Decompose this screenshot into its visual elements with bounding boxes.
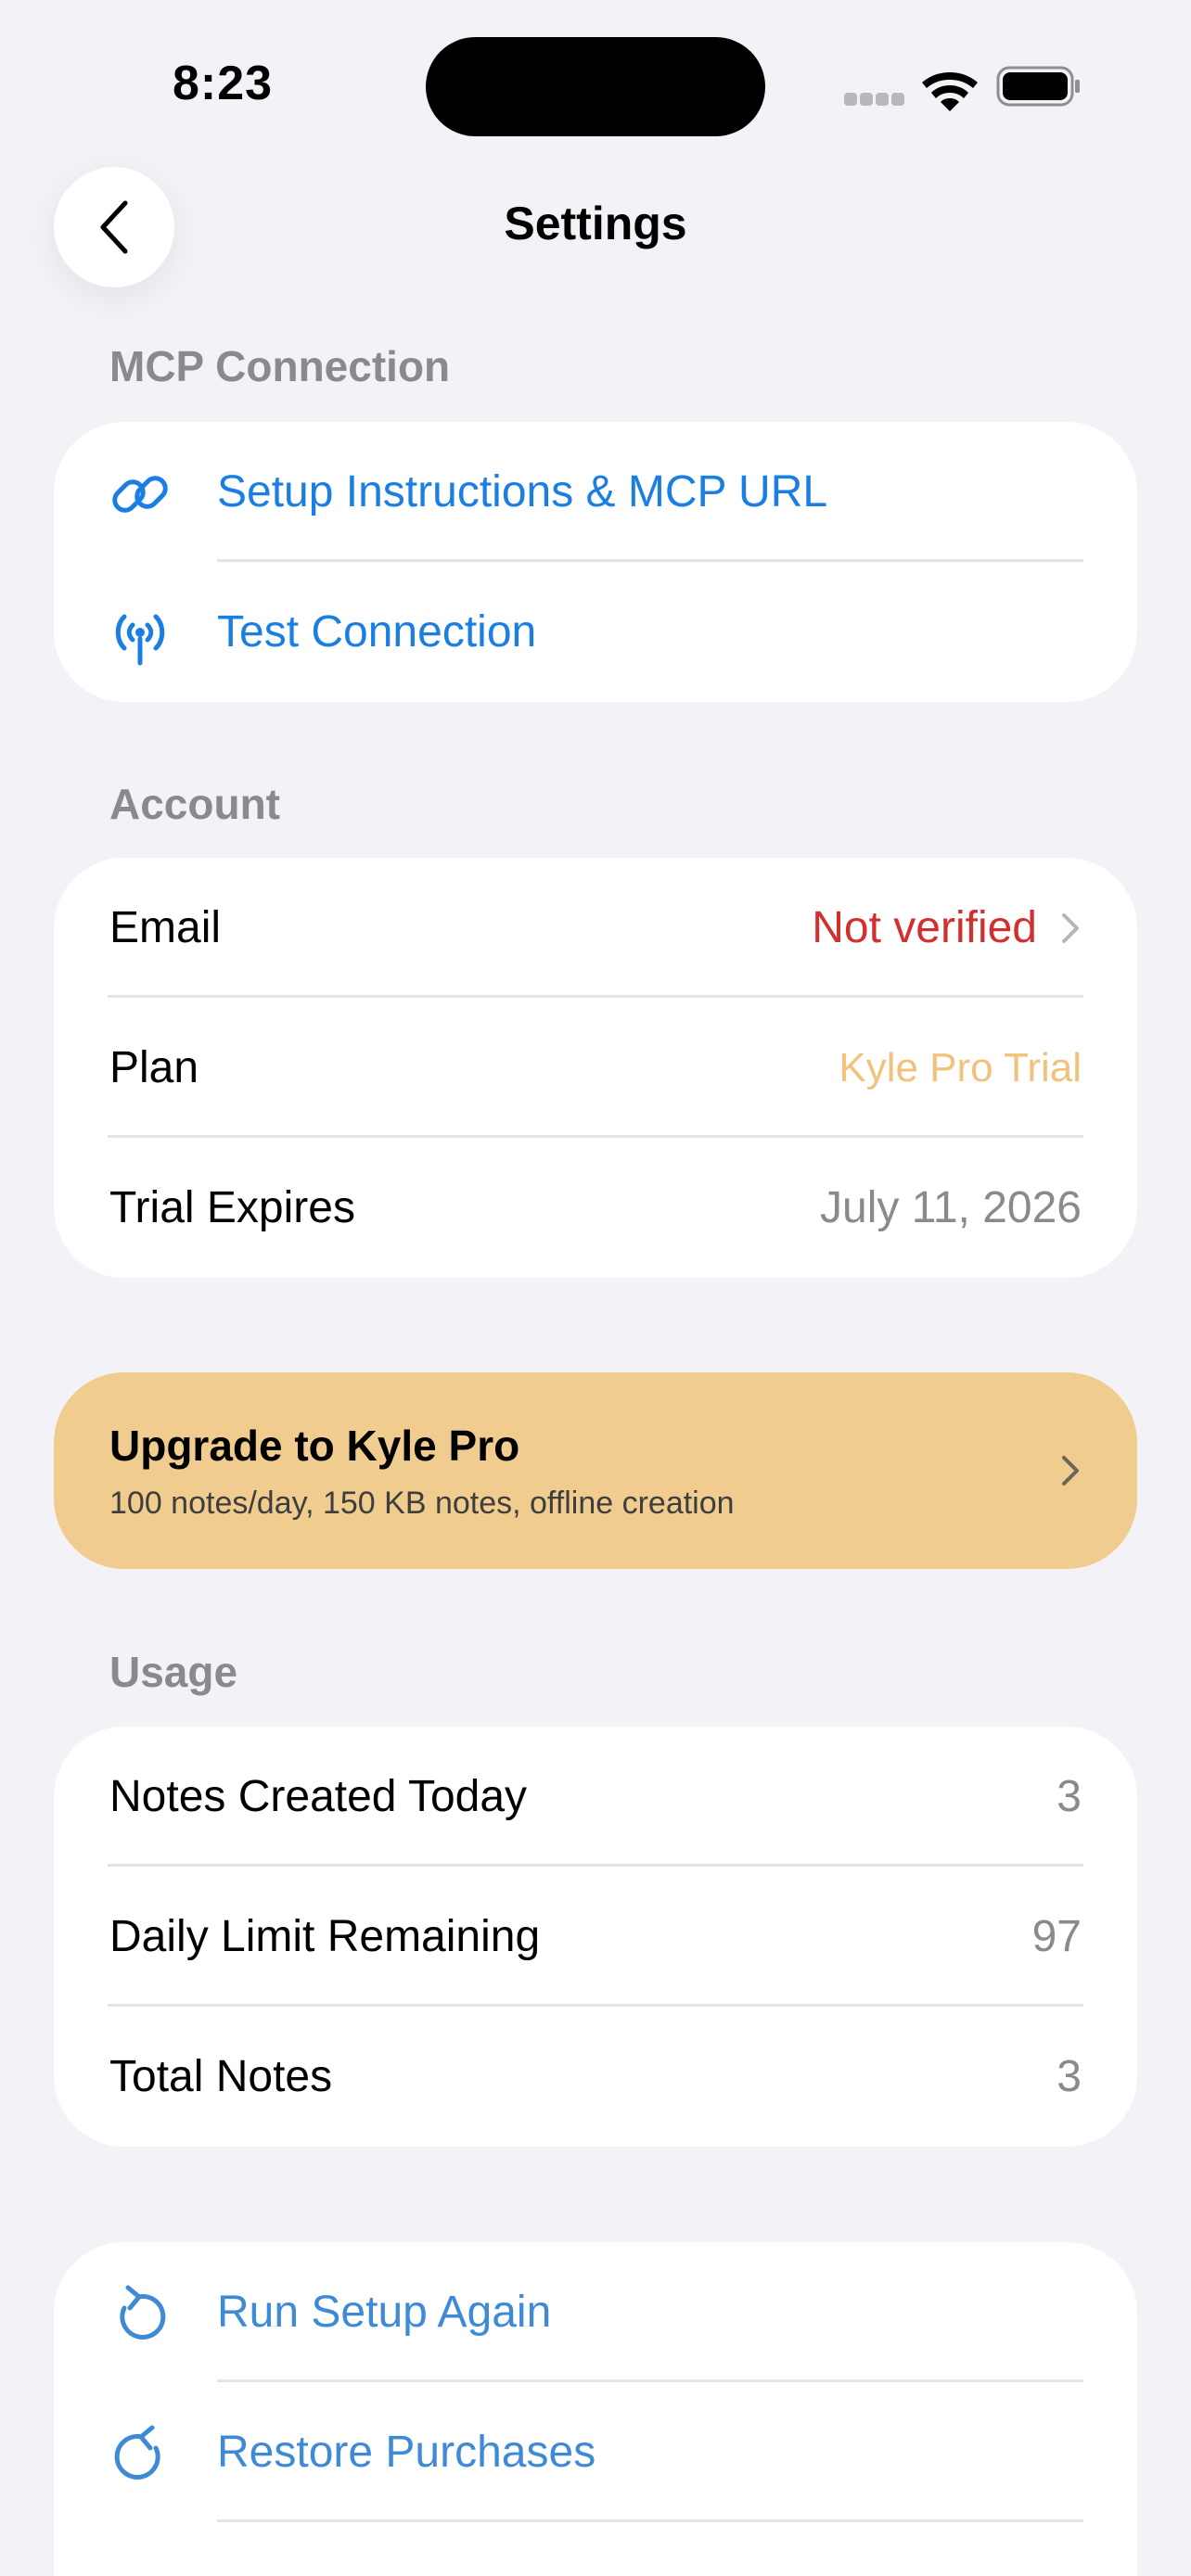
chevron-right-icon <box>1062 1456 1079 1486</box>
rotate-left-icon <box>120 2285 166 2340</box>
dynamic-island <box>426 37 765 136</box>
antenna-icon <box>115 614 165 666</box>
trial-expires-label: Trial Expires <box>109 1183 355 1232</box>
status-bar: 8:23 <box>0 0 1191 176</box>
rotate-right-icon <box>114 2425 160 2480</box>
upgrade-button[interactable]: Upgrade to Kyle Pro 100 notes/day, 150 K… <box>54 1372 1137 1569</box>
run-setup-again-row[interactable]: Run Setup Again <box>54 2242 1137 2382</box>
setup-instructions-label: Setup Instructions & MCP URL <box>217 467 828 516</box>
page-title: Settings <box>504 198 687 249</box>
test-connection-row[interactable]: Test Connection <box>54 562 1137 702</box>
actions-card: Run Setup Again Restore Purchases <box>54 2242 1137 2576</box>
usage-card: Notes Created Today 3 Daily Limit Remain… <box>54 1727 1137 2147</box>
email-status-value: Not verified <box>812 903 1037 952</box>
cellular-signal-icon <box>844 93 905 106</box>
status-time: 8:23 <box>173 57 274 110</box>
test-connection-label: Test Connection <box>217 607 537 657</box>
trial-expires-row: Trial Expires July 11, 2026 <box>54 1138 1137 1278</box>
separator <box>217 2519 1083 2522</box>
email-row[interactable]: Email Not verified <box>54 858 1137 998</box>
total-notes-value: 3 <box>1057 2052 1082 2101</box>
upgrade-subtitle: 100 notes/day, 150 KB notes, offline cre… <box>109 1486 735 1521</box>
notes-created-today-row: Notes Created Today 3 <box>54 1727 1137 1867</box>
plan-label: Plan <box>109 1043 199 1092</box>
plan-value: Kyle Pro Trial <box>839 1045 1082 1090</box>
run-setup-again-label: Run Setup Again <box>217 2288 552 2337</box>
link-icon <box>112 476 168 513</box>
chevron-right-icon <box>1062 913 1079 943</box>
email-label: Email <box>109 903 222 952</box>
wifi-icon <box>922 72 978 111</box>
restore-purchases-label: Restore Purchases <box>217 2428 596 2477</box>
mcp-connection-card: Setup Instructions & MCP URL Test Connec… <box>54 422 1137 702</box>
notes-created-today-label: Notes Created Today <box>109 1772 528 1821</box>
setup-instructions-row[interactable]: Setup Instructions & MCP URL <box>54 422 1137 562</box>
section-header-mcp-connection: MCP Connection <box>109 342 451 390</box>
restore-purchases-row[interactable]: Restore Purchases <box>54 2382 1137 2522</box>
daily-limit-remaining-value: 97 <box>1031 1912 1082 1961</box>
account-card: Email Not verified Plan Kyle Pro Trial T… <box>54 858 1137 1278</box>
section-header-usage: Usage <box>109 1648 238 1696</box>
total-notes-row: Total Notes 3 <box>54 2007 1137 2147</box>
upgrade-title: Upgrade to Kyle Pro <box>109 1422 520 1470</box>
daily-limit-remaining-row: Daily Limit Remaining 97 <box>54 1867 1137 2007</box>
daily-limit-remaining-label: Daily Limit Remaining <box>109 1912 541 1961</box>
section-header-account: Account <box>109 780 280 828</box>
battery-icon <box>996 66 1080 107</box>
plan-row: Plan Kyle Pro Trial <box>54 998 1137 1138</box>
total-notes-label: Total Notes <box>109 2052 333 2101</box>
trial-expires-value: July 11, 2026 <box>820 1183 1082 1232</box>
notes-created-today-value: 3 <box>1057 1772 1082 1821</box>
